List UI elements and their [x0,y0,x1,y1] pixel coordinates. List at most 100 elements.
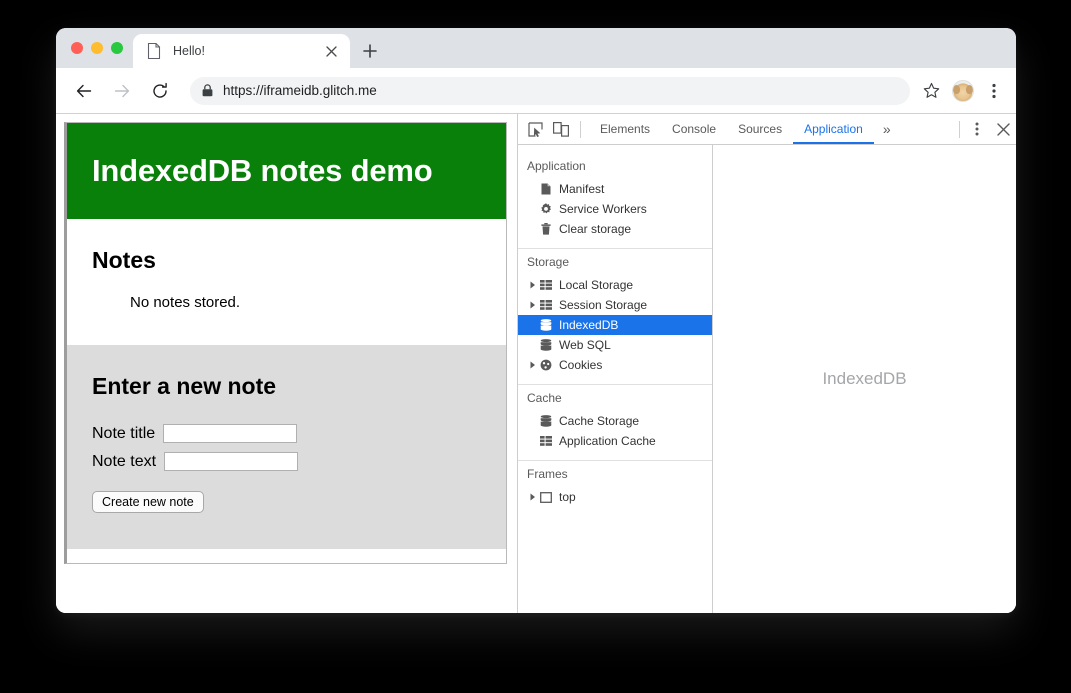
sidebar-item-label: Clear storage [559,222,631,236]
sidebar-item-label: Manifest [559,182,604,196]
sidebar-item-cookies[interactable]: Cookies [518,355,712,375]
table-icon [538,436,554,446]
tab-strip: Hello! [56,28,1016,68]
page-footer-strip [67,549,506,563]
sidebar-item-session-storage[interactable]: Session Storage [518,295,712,315]
note-text-input[interactable] [164,452,298,471]
sidebar-group-title-cache: Cache [518,385,712,411]
sidebar-item-local-storage[interactable]: Local Storage [518,275,712,295]
table-icon [538,300,554,310]
database-icon [538,415,554,427]
note-title-row: Note title [92,424,481,443]
devtools-panel: Elements Console Sources Application » [518,114,1016,613]
sidebar-item-label: Cache Storage [559,414,639,428]
window-traffic-lights [56,28,133,68]
database-icon [538,339,554,351]
more-tabs-button[interactable]: » [874,121,900,137]
notes-section: Notes No notes stored. [67,219,506,345]
reload-icon[interactable] [146,77,174,105]
devtools-settings-icon[interactable] [964,116,990,142]
sidebar-group-title-frames: Frames [518,461,712,487]
gear-icon [538,203,554,215]
demo-app-container: IndexedDB notes demo Notes No notes stor… [64,122,507,564]
toolbar-divider [580,121,581,138]
sidebar-item-application-cache[interactable]: Application Cache [518,431,712,451]
devtools-body: Application Manifest [518,145,1016,613]
sidebar-item-clear-storage[interactable]: Clear storage [518,219,712,239]
browser-tab-hello[interactable]: Hello! [133,34,350,68]
cookie-icon [538,359,554,371]
browser-window: Hello! [56,28,1016,613]
notes-heading: Notes [92,247,481,274]
sidebar-group-frames: Frames top [518,461,712,516]
sidebar-item-label: Local Storage [559,278,633,292]
sidebar-item-indexeddb[interactable]: IndexedDB [518,315,712,335]
address-bar-url: https://iframeidb.glitch.me [223,83,377,98]
sidebar-group-cache: Cache [518,385,712,460]
browser-tab-title: Hello! [173,44,322,58]
new-tab-button[interactable] [356,37,384,65]
sidebar-item-service-workers[interactable]: Service Workers [518,199,712,219]
tab-console[interactable]: Console [661,114,727,144]
page-title: IndexedDB notes demo [92,153,506,189]
chevron-right-icon[interactable] [527,361,538,369]
page-viewport: IndexedDB notes demo Notes No notes stor… [56,114,518,613]
devtools-sidebar: Application Manifest [518,145,713,613]
sidebar-group-application: Application Manifest [518,153,712,248]
devtools-close-icon[interactable] [990,116,1016,142]
sidebar-group-title-storage: Storage [518,249,712,275]
inspect-element-icon[interactable] [522,116,548,142]
notes-empty-message: No notes stored. [130,294,481,311]
back-arrow-icon[interactable] [70,77,98,105]
sidebar-group-title-application: Application [518,153,712,179]
lock-icon [202,84,213,97]
tab-sources[interactable]: Sources [727,114,793,144]
note-title-input[interactable] [163,424,297,443]
window-minimize-button[interactable] [91,42,103,54]
browser-toolbar: https://iframeidb.glitch.me [56,68,1016,114]
frame-icon [538,492,554,503]
table-icon [538,280,554,290]
note-text-label: Note text [92,453,156,471]
forward-arrow-icon [108,77,136,105]
sidebar-item-manifest[interactable]: Manifest [518,179,712,199]
profile-avatar[interactable] [952,80,974,102]
window-maximize-button[interactable] [111,42,123,54]
chevron-right-icon[interactable] [527,281,538,289]
sidebar-item-label: Cookies [559,358,602,372]
database-icon [538,319,554,331]
new-note-heading: Enter a new note [92,373,481,400]
note-text-row: Note text [92,452,481,471]
close-icon[interactable] [322,42,340,60]
sidebar-item-label: top [559,490,576,504]
indexeddb-placeholder-text: IndexedDB [822,369,906,389]
sidebar-item-cache-storage[interactable]: Cache Storage [518,411,712,431]
chevron-right-icon[interactable] [527,301,538,309]
devtools-toolbar: Elements Console Sources Application » [518,114,1016,145]
sidebar-item-web-sql[interactable]: Web SQL [518,335,712,355]
sidebar-item-label: Session Storage [559,298,647,312]
content-split: IndexedDB notes demo Notes No notes stor… [56,114,1016,613]
note-title-label: Note title [92,425,155,443]
create-new-note-button[interactable]: Create new note [92,491,204,513]
address-bar[interactable]: https://iframeidb.glitch.me [190,77,910,105]
tab-application[interactable]: Application [793,114,874,144]
star-icon[interactable] [918,78,944,104]
sidebar-item-label: Application Cache [559,434,656,448]
sidebar-item-label: IndexedDB [559,318,618,332]
devtools-main-panel: IndexedDB [713,145,1016,613]
three-dots-vertical-icon[interactable] [984,79,1004,103]
sidebar-group-storage: Storage [518,249,712,384]
tab-elements[interactable]: Elements [589,114,661,144]
sidebar-item-label: Service Workers [559,202,647,216]
manifest-file-icon [538,183,554,195]
new-note-form: Enter a new note Note title Note text Cr… [67,345,506,549]
demo-app-header: IndexedDB notes demo [67,123,506,219]
window-close-button[interactable] [71,42,83,54]
sidebar-item-label: Web SQL [559,338,611,352]
device-toolbar-icon[interactable] [548,116,574,142]
toolbar-divider-right [959,121,960,138]
page-body: IndexedDB notes demo Notes No notes stor… [56,114,517,564]
sidebar-item-top-frame[interactable]: top [518,487,712,507]
chevron-right-icon[interactable] [527,493,538,501]
